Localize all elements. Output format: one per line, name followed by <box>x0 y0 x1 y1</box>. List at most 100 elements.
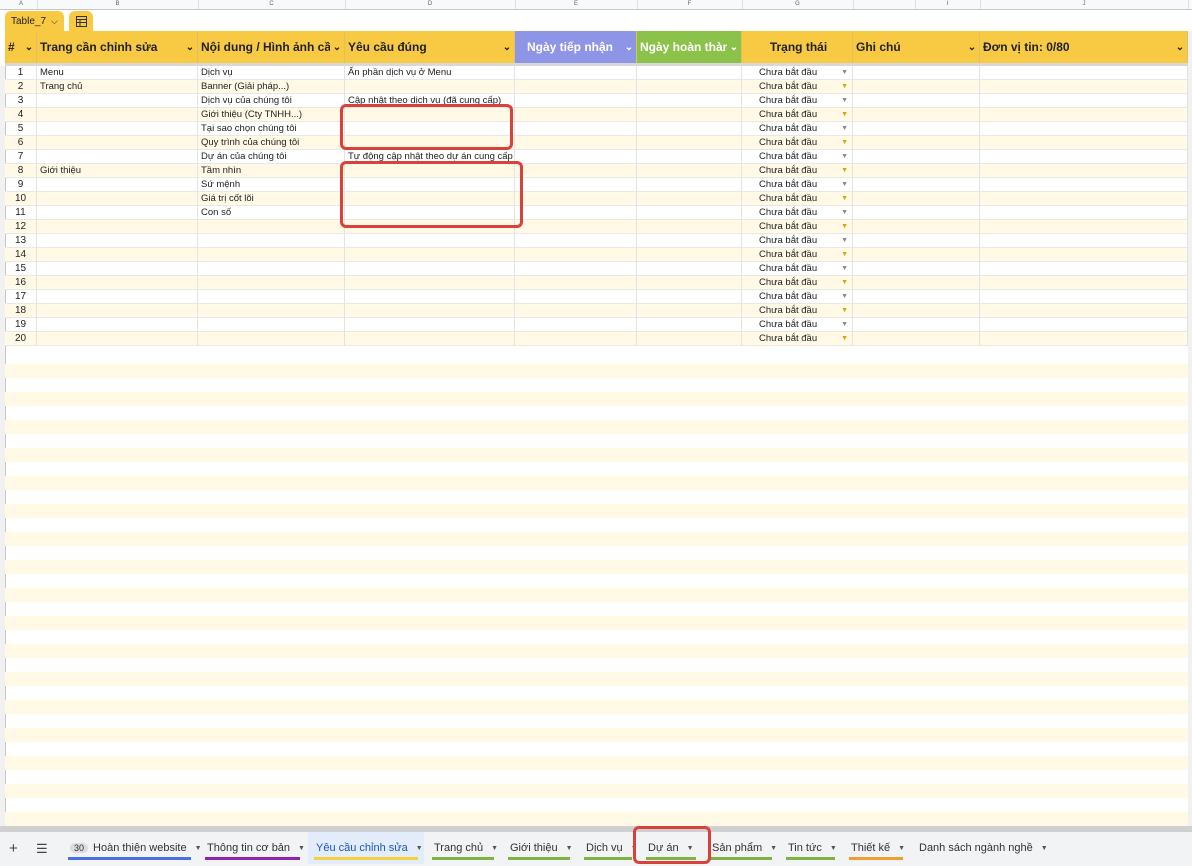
sheet-tab[interactable]: Dịch vụ ▼ <box>578 832 638 864</box>
column-header[interactable]: Trang cần chỉnh sửa ⌄ <box>37 31 198 63</box>
requirement-cell[interactable] <box>345 276 515 290</box>
received-date-cell[interactable] <box>515 150 637 164</box>
unit-cell[interactable] <box>980 220 1188 234</box>
chevron-down-icon[interactable]: ⌄ <box>22 42 36 53</box>
caret-down-icon[interactable]: ▼ <box>416 845 423 852</box>
unit-cell[interactable] <box>980 94 1188 108</box>
completed-date-cell[interactable] <box>637 234 742 248</box>
received-date-cell[interactable] <box>515 94 637 108</box>
note-cell[interactable] <box>853 178 980 192</box>
received-date-cell[interactable] <box>515 276 637 290</box>
note-cell[interactable] <box>853 220 980 234</box>
status-dropdown[interactable]: Chưa bắt đầu ▼ <box>742 276 853 290</box>
row-number-cell[interactable]: 10 <box>5 192 37 206</box>
status-dropdown[interactable]: Chưa bắt đầu ▼ <box>742 108 853 122</box>
status-dropdown[interactable]: Chưa bắt đầu ▼ <box>742 206 853 220</box>
column-header[interactable]: Yêu cầu đúng ⌄ <box>345 31 515 63</box>
completed-date-cell[interactable] <box>637 136 742 150</box>
received-date-cell[interactable] <box>515 248 637 262</box>
status-dropdown[interactable]: Chưa bắt đầu ▼ <box>742 136 853 150</box>
caret-down-icon[interactable]: ▼ <box>830 845 837 852</box>
empty-grid-row[interactable] <box>5 644 1188 658</box>
all-sheets-menu-icon[interactable]: ☰ <box>36 841 48 857</box>
row-number-cell[interactable]: 14 <box>5 248 37 262</box>
column-letter[interactable]: J <box>980 0 1189 9</box>
completed-date-cell[interactable] <box>637 192 742 206</box>
empty-grid-row[interactable] <box>5 714 1188 728</box>
unit-cell[interactable] <box>980 234 1188 248</box>
vertical-scrollbar[interactable] <box>1188 31 1192 826</box>
row-number-cell[interactable]: 20 <box>5 332 37 346</box>
dropdown-arrow-icon[interactable]: ▼ <box>841 262 848 276</box>
unit-cell[interactable] <box>980 248 1188 262</box>
note-cell[interactable] <box>853 318 980 332</box>
empty-grid-row[interactable] <box>5 770 1188 784</box>
empty-grid-row[interactable] <box>5 672 1188 686</box>
note-cell[interactable] <box>853 136 980 150</box>
content-cell[interactable]: Quy trình của chúng tôi <box>198 136 345 150</box>
content-cell[interactable]: Sứ mệnh <box>198 178 345 192</box>
empty-grid-row[interactable] <box>5 462 1188 476</box>
empty-grid-row[interactable] <box>5 406 1188 420</box>
add-sheet-icon[interactable]: + <box>9 840 18 857</box>
requirement-cell[interactable] <box>345 262 515 276</box>
page-cell[interactable] <box>37 178 198 192</box>
content-cell[interactable] <box>198 262 345 276</box>
content-cell[interactable] <box>198 248 345 262</box>
content-cell[interactable]: Giá trị cốt lõi <box>198 192 345 206</box>
note-cell[interactable] <box>853 122 980 136</box>
status-dropdown[interactable]: Chưa bắt đầu ▼ <box>742 122 853 136</box>
page-cell[interactable]: Menu <box>37 66 198 80</box>
sheet-tab[interactable]: Thông tin cơ bản ▼ <box>199 832 306 864</box>
dropdown-arrow-icon[interactable]: ▼ <box>841 318 848 332</box>
column-header[interactable]: Ngày tiếp nhận ⌄ <box>515 31 637 63</box>
completed-date-cell[interactable] <box>637 248 742 262</box>
chevron-down-icon[interactable]: ⌄ <box>330 42 344 53</box>
empty-grid-row[interactable] <box>5 560 1188 574</box>
content-cell[interactable]: Dịch vụ <box>198 66 345 80</box>
empty-grid-row[interactable] <box>5 546 1188 560</box>
content-cell[interactable] <box>198 318 345 332</box>
status-dropdown[interactable]: Chưa bắt đầu ▼ <box>742 80 853 94</box>
empty-grid-row[interactable] <box>5 350 1188 364</box>
dropdown-arrow-icon[interactable]: ▼ <box>841 178 848 192</box>
empty-grid-row[interactable] <box>5 378 1188 392</box>
chevron-down-icon[interactable]: ⌄ <box>727 42 741 53</box>
note-cell[interactable] <box>853 262 980 276</box>
page-cell[interactable] <box>37 108 198 122</box>
page-cell[interactable] <box>37 122 198 136</box>
requirement-cell[interactable] <box>345 304 515 318</box>
status-dropdown[interactable]: Chưa bắt đầu ▼ <box>742 220 853 234</box>
column-letter[interactable]: G <box>742 0 854 9</box>
status-dropdown[interactable]: Chưa bắt đầu ▼ <box>742 178 853 192</box>
row-number-cell[interactable]: 5 <box>5 122 37 136</box>
requirement-cell[interactable]: Ẩn phần dịch vụ ở Menu <box>345 66 515 80</box>
unit-cell[interactable] <box>980 290 1188 304</box>
empty-grid-row[interactable] <box>5 728 1188 742</box>
page-cell[interactable] <box>37 192 198 206</box>
completed-date-cell[interactable] <box>637 94 742 108</box>
table-view-icon[interactable] <box>69 11 93 31</box>
empty-grid-row[interactable] <box>5 518 1188 532</box>
completed-date-cell[interactable] <box>637 290 742 304</box>
dropdown-arrow-icon[interactable]: ▼ <box>841 234 848 248</box>
page-cell[interactable] <box>37 220 198 234</box>
received-date-cell[interactable] <box>515 108 637 122</box>
column-letter[interactable]: F <box>637 0 743 9</box>
chevron-down-icon[interactable]: ⌄ <box>183 42 197 53</box>
content-cell[interactable]: Dịch vụ của chúng tôi <box>198 94 345 108</box>
page-cell[interactable] <box>37 150 198 164</box>
dropdown-arrow-icon[interactable]: ▼ <box>841 136 848 150</box>
dropdown-arrow-icon[interactable]: ▼ <box>841 290 848 304</box>
received-date-cell[interactable] <box>515 206 637 220</box>
unit-cell[interactable] <box>980 332 1188 346</box>
received-date-cell[interactable] <box>515 262 637 276</box>
content-cell[interactable] <box>198 290 345 304</box>
dropdown-arrow-icon[interactable]: ▼ <box>841 150 848 164</box>
completed-date-cell[interactable] <box>637 66 742 80</box>
column-header[interactable]: Đơn vị tin: 0/80 ⌄ <box>980 31 1188 63</box>
column-letter[interactable]: E <box>515 0 638 9</box>
page-cell[interactable] <box>37 304 198 318</box>
row-number-cell[interactable]: 11 <box>5 206 37 220</box>
requirement-cell[interactable] <box>345 318 515 332</box>
